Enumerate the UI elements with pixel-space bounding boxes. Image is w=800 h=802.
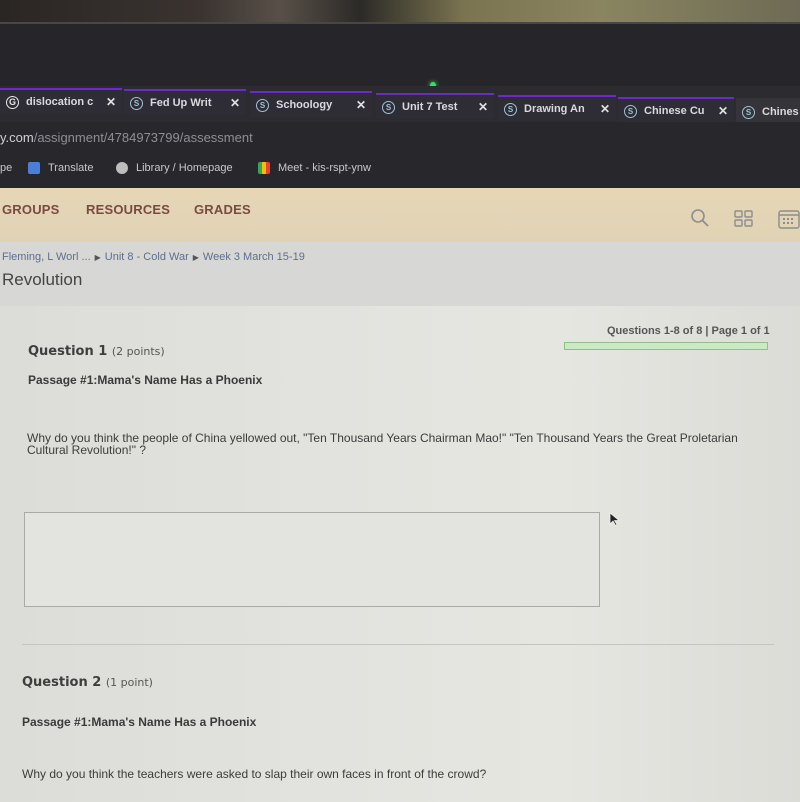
close-tab-icon[interactable]: ✕	[718, 104, 728, 118]
question-2-text: Why do you think the teachers were asked…	[22, 767, 487, 781]
tab-label: Drawing An	[524, 103, 585, 115]
google-icon: G	[6, 95, 19, 109]
browser-tab-strip: G dislocation c ✕ S Fed Up Writ ✕ S Scho…	[0, 86, 800, 124]
schoology-icon: S	[742, 105, 755, 119]
browser-tab[interactable]: S Schoology ✕	[250, 91, 372, 117]
browser-tab[interactable]: S Chinese Cu ✕	[618, 97, 734, 123]
browser-tab[interactable]: S Unit 7 Test ✕	[376, 93, 494, 119]
page-title: Revolution	[2, 270, 83, 289]
tab-label: Chines	[762, 106, 799, 118]
monitor-bezel	[0, 22, 800, 90]
close-tab-icon[interactable]: ✕	[356, 98, 366, 112]
breadcrumb-course[interactable]: Fleming, L Worl ...	[2, 251, 91, 263]
schoology-icon: S	[130, 96, 143, 110]
breadcrumb-week[interactable]: Week 3 March 15-19	[203, 251, 305, 263]
browser-tab[interactable]: S Fed Up Writ ✕	[124, 89, 246, 115]
schoology-icon: S	[624, 104, 637, 118]
question-points: (1 point)	[105, 676, 153, 689]
tab-label: Chinese Cu	[644, 105, 705, 117]
close-tab-icon[interactable]: ✕	[106, 95, 116, 109]
tab-label: dislocation c	[26, 96, 94, 108]
calendar-icon[interactable]	[778, 209, 800, 234]
question-1-answer-field[interactable]	[24, 512, 600, 607]
nav-grades[interactable]: GRADES	[194, 202, 251, 217]
apps-grid-icon[interactable]	[734, 210, 754, 233]
bookmark-meet[interactable]: Meet - kis-rspt-ynw	[258, 162, 371, 174]
google-meet-icon	[258, 162, 270, 174]
question-title: Question 2	[22, 675, 102, 690]
tab-label: Fed Up Writ	[150, 97, 212, 109]
browser-tab[interactable]: S Drawing An ✕	[498, 95, 616, 121]
page-header: Fleming, L Worl ... ▶ Unit 8 - Cold War ▶ We…	[0, 242, 800, 306]
question-1-passage: Passage #1:Mama's Name Has a Phoenix	[28, 373, 263, 387]
breadcrumb-separator-icon: ▶	[192, 253, 199, 262]
question-2-passage: Passage #1:Mama's Name Has a Phoenix	[22, 715, 257, 729]
url-host: y.com	[0, 130, 34, 145]
close-tab-icon[interactable]: ✕	[600, 102, 610, 116]
question-1-text: Why do you think the people of China yel…	[27, 431, 738, 457]
breadcrumb-unit[interactable]: Unit 8 - Cold War	[105, 251, 189, 263]
schoology-nav-bar: GROUPS RESOURCES GRADES	[0, 188, 800, 242]
search-icon[interactable]	[690, 208, 710, 233]
tab-label: Schoology	[276, 99, 333, 111]
close-tab-icon[interactable]: ✕	[478, 100, 488, 114]
bookmark-label: pe	[0, 162, 13, 174]
question-points: (2 points)	[111, 345, 165, 358]
question-pager: Questions 1-8 of 8 | Page 1 of 1	[607, 325, 770, 337]
question-1-title: Question 1 (2 points)	[28, 344, 165, 359]
breadcrumb: Fleming, L Worl ... ▶ Unit 8 - Cold War ▶ We…	[2, 251, 305, 263]
close-tab-icon[interactable]: ✕	[230, 96, 240, 110]
question-2-title: Question 2 (1 point)	[22, 675, 153, 690]
browser-tab[interactable]: G dislocation c ✕	[0, 88, 122, 114]
progress-bar	[564, 342, 768, 350]
mouse-cursor-icon	[609, 512, 621, 531]
schoology-icon: S	[382, 100, 395, 114]
bookmark-label: Meet - kis-rspt-ynw	[278, 162, 371, 174]
question-divider	[22, 644, 774, 645]
browser-tab-active[interactable]: S Chines	[736, 98, 800, 124]
google-translate-icon	[28, 162, 40, 174]
question-title: Question 1	[28, 344, 108, 359]
url-path: /assignment/4784973799/assessment	[33, 130, 253, 145]
nav-groups[interactable]: GROUPS	[2, 202, 60, 217]
nav-resources[interactable]: RESOURCES	[86, 202, 170, 217]
bookmark-label: Library / Homepage	[136, 162, 233, 174]
schoology-icon: S	[256, 98, 269, 112]
address-bar[interactable]: y.com/assignment/4784973799/assessment	[0, 122, 800, 152]
schoology-icon: S	[504, 102, 517, 116]
globe-icon	[116, 162, 128, 174]
breadcrumb-separator-icon: ▶	[94, 253, 101, 262]
bookmark-translate[interactable]: Translate	[28, 162, 93, 174]
assessment-page: Fleming, L Worl ... ▶ Unit 8 - Cold War ▶ We…	[0, 242, 800, 802]
bookmark-label: Translate	[48, 162, 94, 174]
tab-label: Unit 7 Test	[402, 101, 458, 113]
url-text[interactable]: y.com/assignment/4784973799/assessment	[0, 130, 253, 145]
bookmark-library-homepage[interactable]: Library / Homepage	[116, 162, 233, 174]
bookmark-item[interactable]: pe	[0, 162, 12, 174]
bookmarks-bar: pe Translate Library / Homepage Meet - k…	[0, 152, 800, 188]
